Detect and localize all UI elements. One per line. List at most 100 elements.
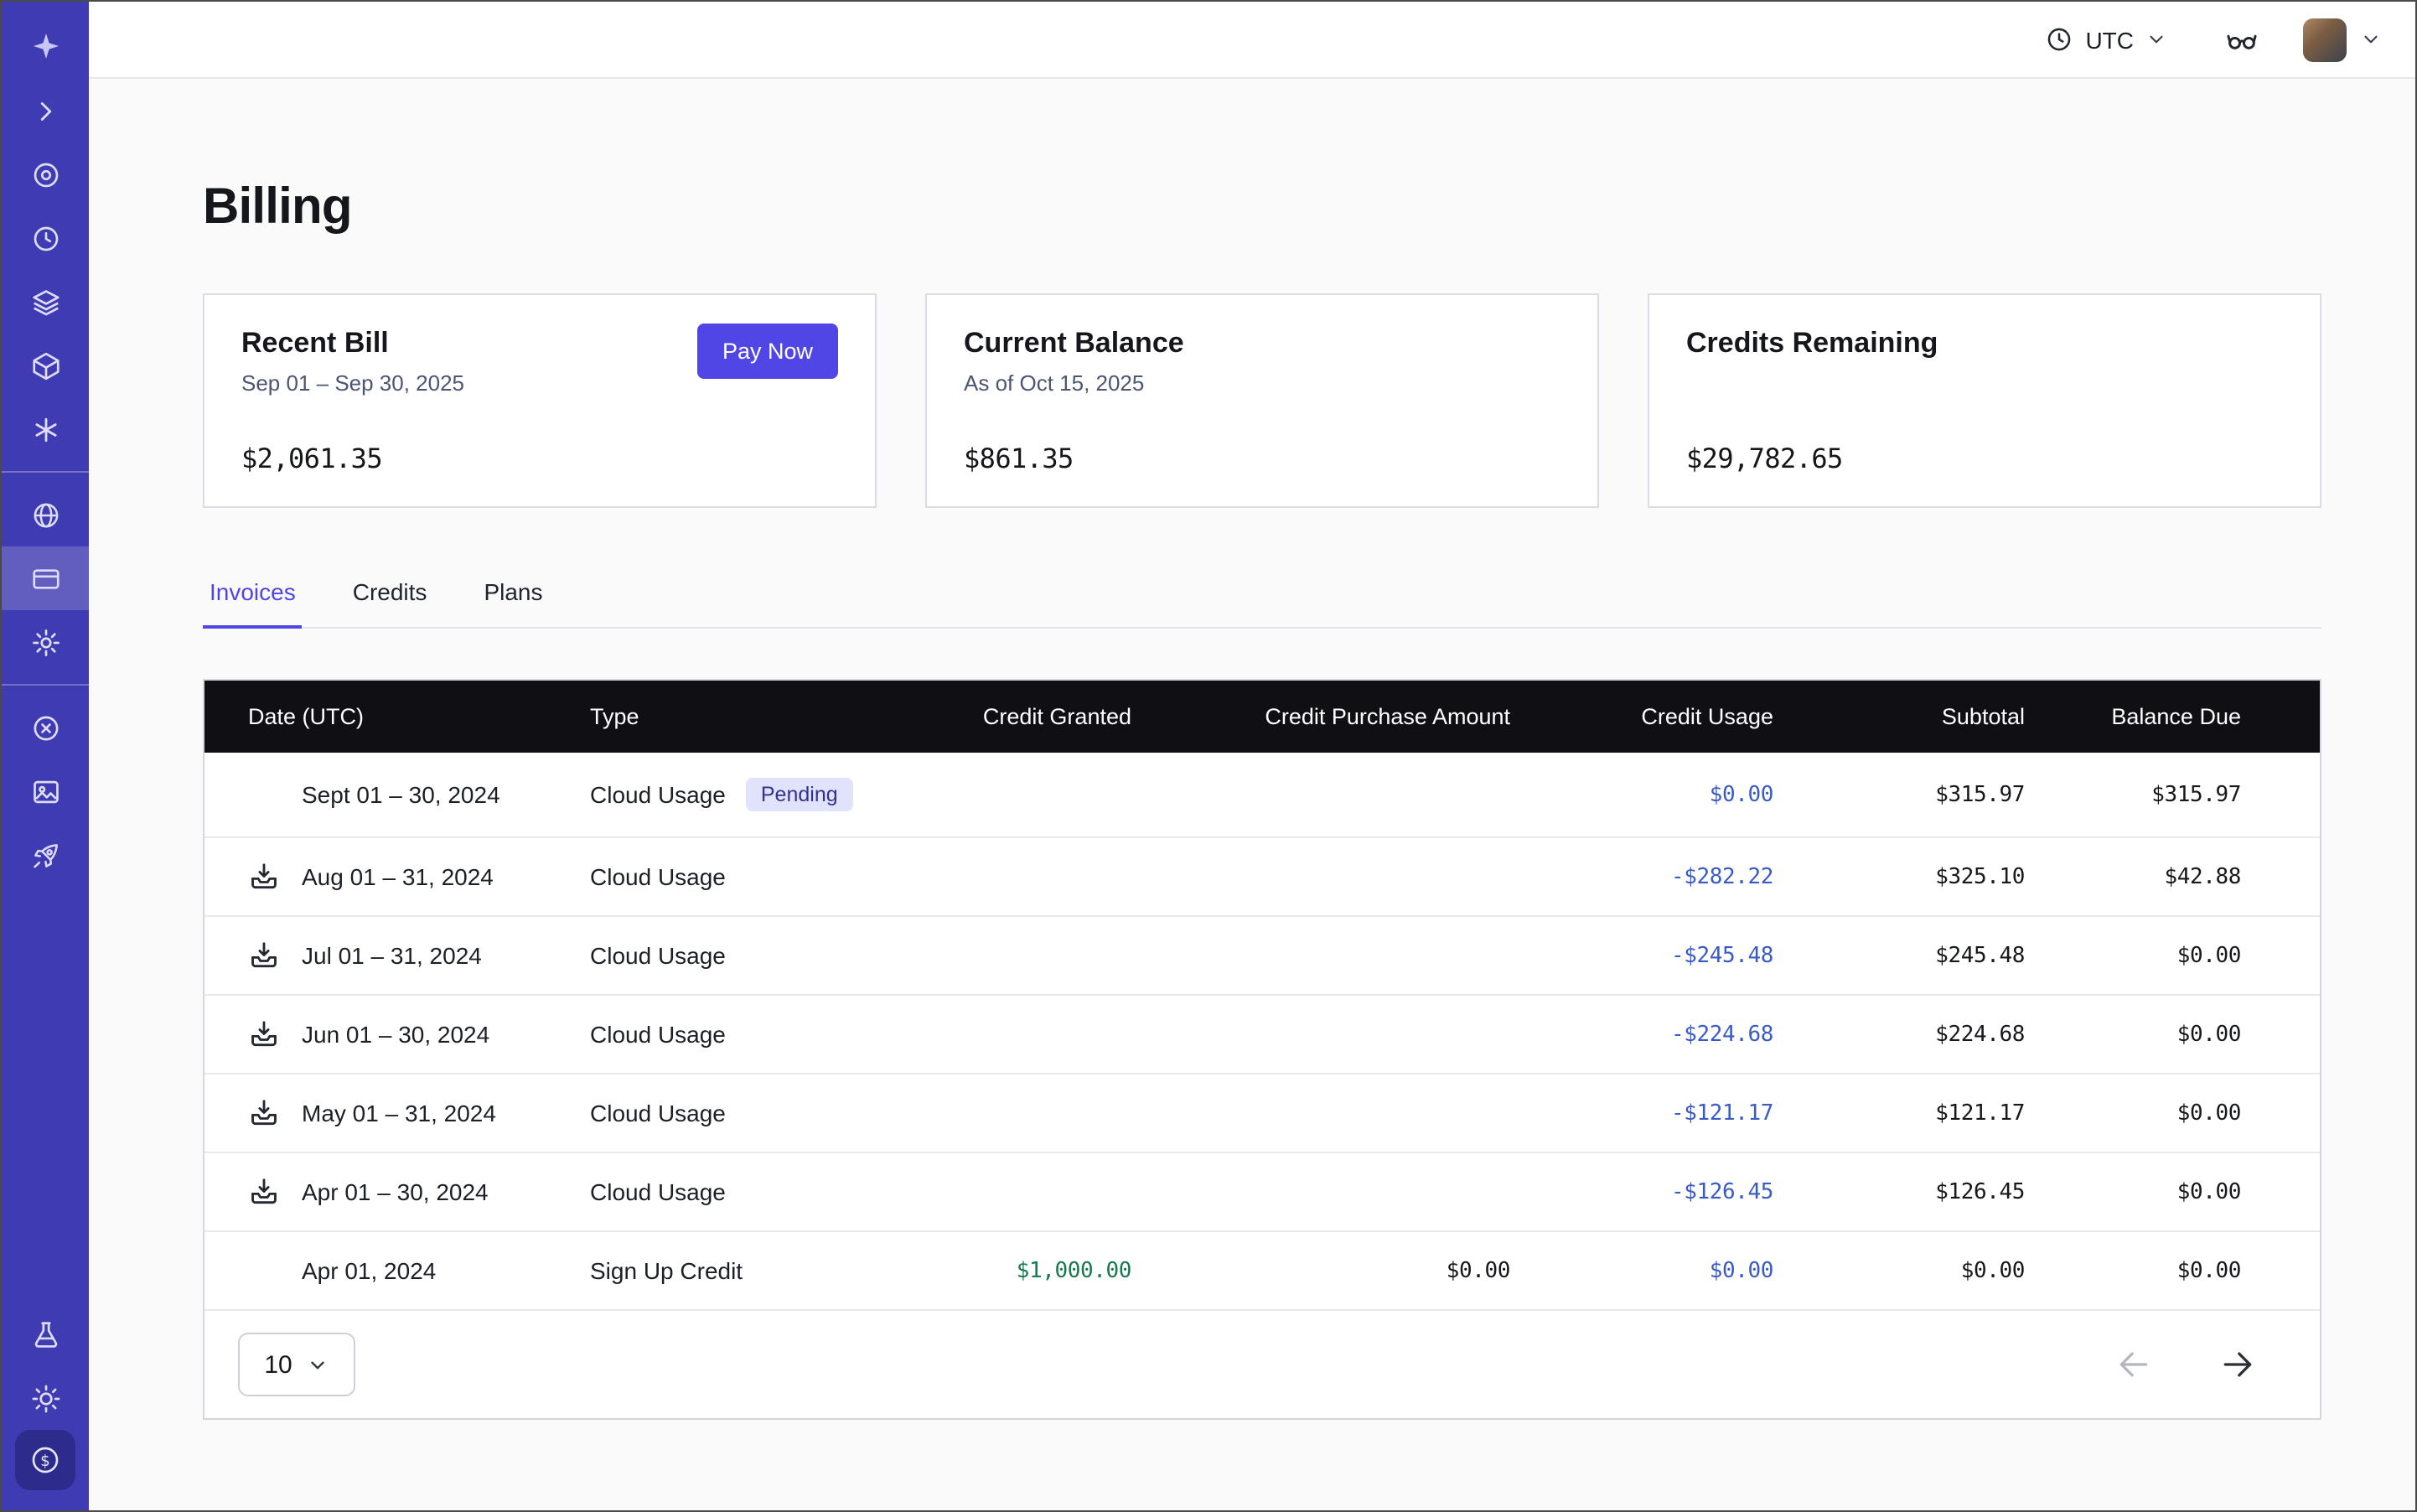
invoice-row: Aug 01 – 31, 2024Cloud Usage-$282.22$325… [204, 837, 2320, 916]
balance-due: $42.88 [2025, 837, 2320, 916]
app-logo-icon[interactable] [2, 12, 89, 79]
balance-due: $0.00 [2025, 1231, 2320, 1309]
invoice-date: Sept 01 – 30, 2024 [302, 781, 500, 808]
invoice-date: May 01 – 31, 2024 [302, 1100, 496, 1126]
target-icon[interactable] [2, 142, 89, 206]
subtotal: $325.10 [1773, 837, 2025, 916]
download-invoice-icon[interactable] [248, 1176, 280, 1208]
invoice-date: Jun 01 – 30, 2024 [302, 1021, 489, 1048]
credit-granted [925, 1152, 1131, 1231]
tab-credits[interactable]: Credits [346, 578, 434, 629]
next-page-arrow-icon[interactable] [2219, 1346, 2256, 1383]
cube-icon[interactable] [2, 334, 89, 397]
download-invoice-icon[interactable] [248, 1018, 280, 1050]
column-header: Date (UTC) [204, 681, 590, 753]
dollar-circle-icon[interactable]: $ [15, 1430, 75, 1490]
history-icon[interactable] [2, 206, 89, 270]
invoice-row: Jun 01 – 30, 2024Cloud Usage-$224.68$224… [204, 995, 2320, 1074]
credits-remaining-amount: $29,782.65 [1686, 443, 1843, 474]
globe-icon[interactable] [2, 483, 89, 546]
tab-invoices[interactable]: Invoices [203, 578, 303, 629]
invoice-table-body: Sept 01 – 30, 2024 Cloud Usage Pending $0.0… [204, 753, 2320, 1309]
balance-due: $0.00 [2025, 916, 2320, 995]
invoice-row: Apr 01, 2024Sign Up Credit$1,000.00$0.00… [204, 1231, 2320, 1309]
tab-plans[interactable]: Plans [477, 578, 549, 629]
sun-icon[interactable] [2, 1366, 89, 1430]
credit-granted [925, 837, 1131, 916]
column-header: Balance Due [2025, 681, 2320, 753]
credit-purchase-amount [1131, 837, 1510, 916]
column-header: Credit Granted [925, 681, 1131, 753]
account-menu-chevron-icon[interactable] [2360, 28, 2382, 50]
invoice-row: Jul 01 – 31, 2024Cloud Usage-$245.48$245… [204, 916, 2320, 995]
pay-now-button[interactable]: Pay Now [697, 324, 838, 379]
circle-x-icon[interactable] [2, 696, 89, 759]
download-invoice-icon[interactable] [248, 940, 280, 971]
invoice-table-container: Date (UTC)TypeCredit GrantedCredit Purch… [203, 679, 2321, 1420]
credit-purchase-amount [1131, 1152, 1510, 1231]
credit-usage: -$121.17 [1510, 1074, 1773, 1152]
page-size-select[interactable]: 10 [238, 1333, 355, 1396]
tabs: Invoices Credits Plans [203, 578, 2321, 629]
chevron-right-icon[interactable] [2, 79, 89, 142]
topbar: UTC [89, 2, 2415, 79]
invoice-type: Cloud Usage [590, 1178, 726, 1205]
download-invoice-icon[interactable] [248, 1097, 280, 1129]
invoice-type: Cloud Usage [590, 863, 726, 890]
layers-icon[interactable] [2, 270, 89, 334]
credit-usage: -$126.45 [1510, 1152, 1773, 1231]
credits-remaining-card: Credits Remaining $29,782.65 [1648, 293, 2321, 508]
main-content: Billing Recent Bill Sep 01 – Sep 30, 202… [89, 79, 2415, 1510]
invoice-row: May 01 – 31, 2024Cloud Usage-$121.17$121… [204, 1074, 2320, 1152]
balance-due: $0.00 [2025, 995, 2320, 1074]
invoice-table: Date (UTC)TypeCredit GrantedCredit Purch… [204, 681, 2320, 1309]
asterisk-icon[interactable] [2, 397, 89, 461]
credit-usage: -$245.48 [1510, 916, 1773, 995]
invoice-row: Apr 01 – 30, 2024Cloud Usage-$126.45$126… [204, 1152, 2320, 1231]
user-avatar[interactable] [2303, 18, 2347, 61]
sidebar-divider [2, 684, 89, 686]
credit-granted [925, 916, 1131, 995]
credit-granted [925, 753, 1131, 837]
invoice-date: Jul 01 – 31, 2024 [302, 942, 482, 969]
credit-granted [925, 1074, 1131, 1152]
download-invoice-icon[interactable] [248, 861, 280, 893]
invoice-type: Cloud Usage [590, 1100, 726, 1126]
chevron-down-icon [2145, 28, 2167, 50]
current-balance-card: Current Balance As of Oct 15, 2025 $861.… [925, 293, 1599, 508]
card-title: Credits Remaining [1686, 327, 2283, 360]
credit-usage: $0.00 [1510, 753, 1773, 837]
credit-usage: $0.00 [1510, 1231, 1773, 1309]
glasses-icon[interactable] [2224, 22, 2259, 57]
flask-icon[interactable] [2, 1302, 89, 1366]
credit-granted [925, 995, 1131, 1074]
sidebar-item-billing[interactable] [2, 546, 89, 610]
credit-usage: -$282.22 [1510, 837, 1773, 916]
status-badge: Pending [746, 778, 853, 811]
rocket-icon[interactable] [2, 823, 89, 887]
balance-due: $315.97 [2025, 753, 2320, 837]
invoice-type: Cloud Usage [590, 1021, 726, 1048]
sidebar: $ [2, 2, 89, 1510]
table-footer: 10 [204, 1309, 2320, 1418]
column-header: Subtotal [1773, 681, 2025, 753]
credit-usage: -$224.68 [1510, 995, 1773, 1074]
timezone-selector[interactable]: UTC [2045, 25, 2167, 54]
previous-page-arrow-icon[interactable] [2115, 1346, 2152, 1383]
credit-purchase-amount [1131, 995, 1510, 1074]
column-header: Type [590, 681, 925, 753]
invoice-type: Sign Up Credit [590, 1257, 743, 1284]
card-title: Current Balance [964, 327, 1560, 360]
page-size-value: 10 [264, 1350, 292, 1379]
gear-icon[interactable] [2, 610, 89, 674]
invoice-date: Apr 01, 2024 [302, 1257, 436, 1284]
credit-purchase-amount: $0.00 [1131, 1231, 1510, 1309]
credit-purchase-amount [1131, 1074, 1510, 1152]
invoice-type: Cloud Usage [590, 781, 726, 808]
image-icon[interactable] [2, 759, 89, 823]
credit-granted: $1,000.00 [925, 1231, 1131, 1309]
pagination-controls [2115, 1346, 2256, 1383]
balance-due: $0.00 [2025, 1074, 2320, 1152]
summary-cards: Recent Bill Sep 01 – Sep 30, 2025 $2,061… [203, 293, 2321, 508]
invoice-row: Sept 01 – 30, 2024 Cloud Usage Pending $0.0… [204, 753, 2320, 837]
